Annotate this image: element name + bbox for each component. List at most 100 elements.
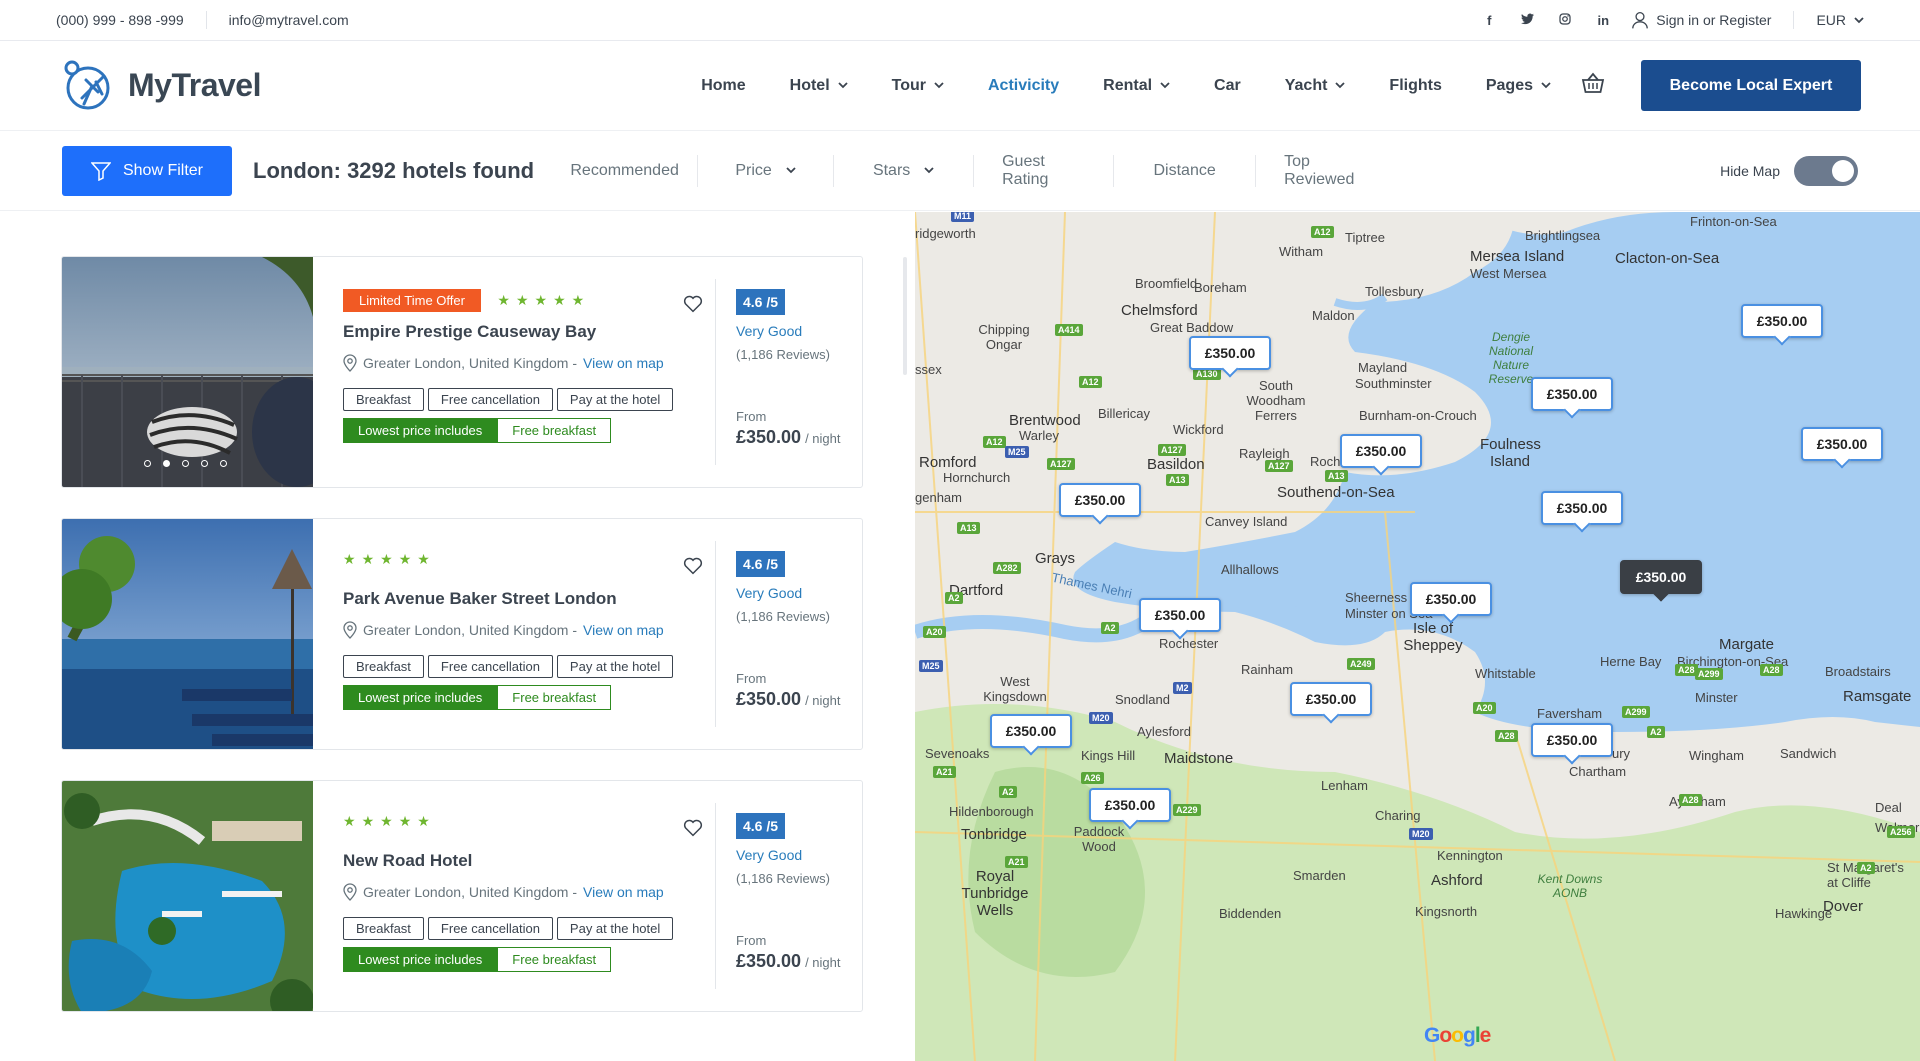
- map-place-label: Tollesbury: [1365, 284, 1424, 299]
- map-place-label: Minster: [1695, 690, 1738, 705]
- map-place-label: Southminster: [1355, 376, 1432, 391]
- map-price-pin[interactable]: £350.00: [1531, 723, 1613, 757]
- map-road-label: A127: [1047, 458, 1075, 470]
- nav-pages[interactable]: Pages: [1464, 77, 1573, 95]
- google-letter: o: [1439, 1024, 1452, 1047]
- price-value: £350.00: [736, 427, 802, 447]
- map-road-label: A299: [1622, 706, 1650, 718]
- map-road-label: A13: [957, 522, 980, 534]
- sort-label: Recommended: [570, 161, 679, 179]
- map[interactable]: ridgeworth Witham Tiptree Brightlingsea …: [915, 212, 1920, 1061]
- heart-icon[interactable]: [683, 295, 703, 313]
- map-price-pin-selected[interactable]: £350.00: [1620, 560, 1702, 594]
- sort-label: Top Reviewed: [1284, 152, 1355, 188]
- hide-map-toggle[interactable]: [1794, 155, 1858, 186]
- nav-car[interactable]: Car: [1192, 77, 1263, 95]
- map-price-pin[interactable]: £350.00: [1059, 483, 1141, 517]
- hotel-name[interactable]: New Road Hotel: [343, 851, 715, 871]
- currency-select[interactable]: EUR: [1816, 12, 1864, 28]
- map-price-pin[interactable]: £350.00: [1741, 304, 1823, 338]
- map-place-label: ury: [1612, 746, 1631, 761]
- hotel-card[interactable]: ★ ★ ★ ★ ★ Park Avenue Baker Street London Gr…: [61, 518, 863, 750]
- sort-top-reviewed[interactable]: Top Reviewed: [1256, 152, 1398, 188]
- email-address[interactable]: info@mytravel.com: [229, 12, 349, 28]
- nav-rental[interactable]: Rental: [1081, 77, 1192, 95]
- deal-badge: Lowest price includes Free breakfast: [343, 947, 715, 972]
- view-on-map-link[interactable]: View on map: [583, 355, 664, 371]
- map-price-pin[interactable]: £350.00: [1290, 682, 1372, 716]
- sign-in-link[interactable]: Sign in or Register: [1632, 11, 1771, 29]
- map-place-label: Brightlingsea: [1525, 228, 1601, 243]
- phone-number[interactable]: (000) 999 - 898 -999: [56, 12, 184, 28]
- instagram-icon[interactable]: [1546, 12, 1584, 28]
- linkedin-icon[interactable]: in: [1584, 13, 1622, 28]
- facebook-icon[interactable]: f: [1470, 13, 1508, 28]
- list-scrollbar[interactable]: [903, 257, 907, 375]
- map-price-pin[interactable]: £350.00: [1189, 336, 1271, 370]
- carousel-dot[interactable]: [182, 460, 189, 467]
- hotel-name[interactable]: Empire Prestige Causeway Bay: [343, 322, 715, 342]
- sort-guest-rating[interactable]: Guest Rating: [974, 153, 1115, 188]
- map-price-pin[interactable]: £350.00: [1340, 434, 1422, 468]
- map-place-label: Kent Downs AONB: [1537, 872, 1603, 900]
- location-text: Greater London, United Kingdom -: [363, 884, 578, 900]
- map-road-label: M11: [951, 212, 975, 222]
- sort-recommended[interactable]: Recommended: [552, 154, 699, 187]
- twitter-icon[interactable]: [1508, 13, 1546, 28]
- map-price-pin[interactable]: £350.00: [1541, 491, 1623, 525]
- map-place-label: Allhallows: [1221, 562, 1279, 577]
- map-place-label: Great Baddow: [1150, 320, 1234, 335]
- hotel-image[interactable]: [62, 781, 314, 1011]
- nav-activicity[interactable]: Activicity: [966, 77, 1081, 95]
- map-price-pin[interactable]: £350.00: [990, 714, 1072, 748]
- sort-distance[interactable]: Distance: [1114, 154, 1257, 187]
- nav-tour[interactable]: Tour: [870, 77, 966, 95]
- map-place-label: Aylesford: [1137, 724, 1191, 739]
- hotel-image[interactable]: [62, 257, 342, 487]
- hotel-card[interactable]: ★ ★ ★ ★ ★ New Road Hotel Greater London, Uni…: [61, 780, 863, 1012]
- cart-icon[interactable]: [1573, 72, 1627, 99]
- deal-badge: Lowest price includes Free breakfast: [343, 685, 715, 710]
- map-price-pin[interactable]: £350.00: [1089, 788, 1171, 822]
- become-local-expert-button[interactable]: Become Local Expert: [1641, 60, 1861, 111]
- map-place-label: Clacton-on-Sea: [1615, 250, 1720, 267]
- location-pin-icon: [343, 621, 357, 639]
- carousel-dot[interactable]: [201, 460, 208, 467]
- view-on-map-link[interactable]: View on map: [583, 622, 664, 638]
- nav-flights[interactable]: Flights: [1367, 77, 1463, 95]
- main-nav: Home Hotel Tour Activicity Rental Car Ya…: [679, 60, 1861, 111]
- hotel-image[interactable]: [62, 519, 313, 749]
- map-place-label: Witham: [1279, 244, 1324, 259]
- hotel-card[interactable]: Limited Time Offer ★ ★ ★ ★ ★ Empire Prestige…: [61, 256, 863, 488]
- view-on-map-link[interactable]: View on map: [583, 884, 664, 900]
- price-value: £350.00: [736, 951, 802, 971]
- map-price-pin[interactable]: £350.00: [1139, 598, 1221, 632]
- nav-home[interactable]: Home: [679, 77, 767, 95]
- heart-icon[interactable]: [683, 819, 703, 837]
- map-road-label: A2: [1647, 726, 1665, 738]
- amenity-tag: Free cancellation: [427, 655, 553, 678]
- carousel-dot[interactable]: [144, 460, 151, 467]
- hotel-location: Greater London, United Kingdom - View on…: [343, 883, 715, 901]
- sort-price[interactable]: Price: [698, 154, 835, 187]
- logo[interactable]: MyTravel: [62, 58, 261, 114]
- map-price-pin[interactable]: £350.00: [1531, 377, 1613, 411]
- carousel-dots: [144, 460, 227, 467]
- amenity-tag: Breakfast: [343, 917, 424, 940]
- star-icon: ★: [380, 551, 393, 568]
- sort-stars[interactable]: Stars: [834, 154, 975, 187]
- nav-hotel[interactable]: Hotel: [768, 77, 870, 95]
- map-price-pin[interactable]: £350.00: [1801, 427, 1883, 461]
- heart-icon[interactable]: [683, 557, 703, 575]
- carousel-dot[interactable]: [163, 460, 170, 467]
- map-road-label: A2: [1101, 622, 1119, 634]
- map-price-pin[interactable]: £350.00: [1410, 582, 1492, 616]
- nav-label: Activicity: [988, 76, 1060, 94]
- hotel-name[interactable]: Park Avenue Baker Street London: [343, 589, 715, 609]
- map-place-label: Maldon: [1312, 308, 1355, 323]
- show-filter-button[interactable]: Show Filter: [62, 145, 232, 196]
- map-place-label: Tonbridge: [961, 826, 1027, 843]
- hotel-location: Greater London, United Kingdom - View on…: [343, 621, 715, 639]
- carousel-dot[interactable]: [220, 460, 227, 467]
- nav-yacht[interactable]: Yacht: [1263, 77, 1368, 95]
